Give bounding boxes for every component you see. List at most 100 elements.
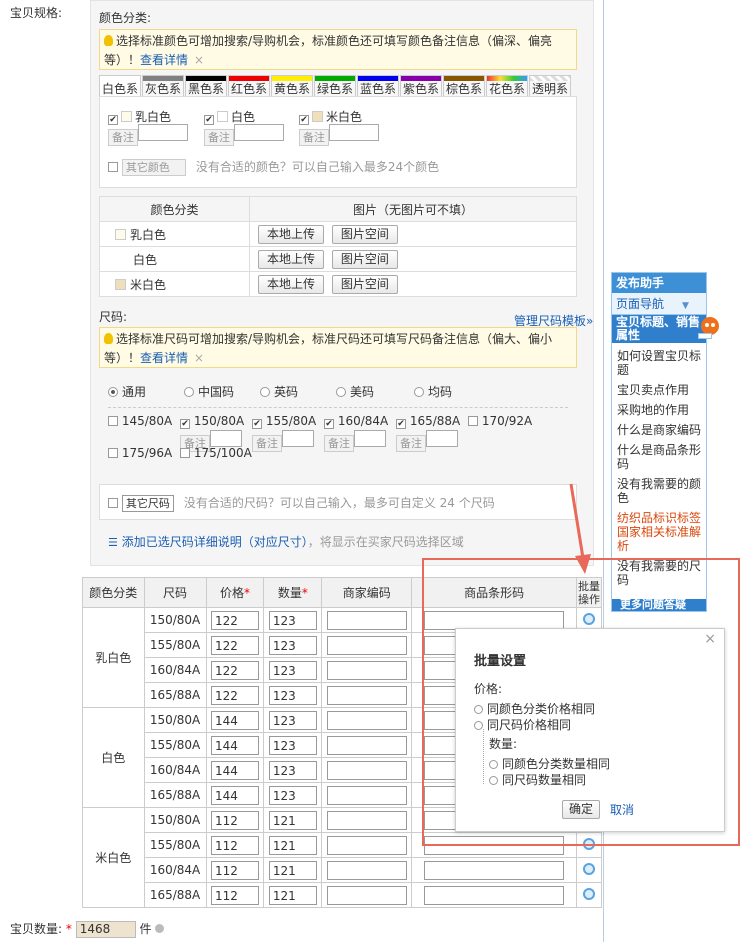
size-option[interactable]: 175/96A bbox=[108, 446, 172, 460]
price-input[interactable]: 112 bbox=[210, 860, 259, 880]
qty-input[interactable]: 123 bbox=[268, 735, 317, 755]
helper-item[interactable]: 什么是商品条形码 bbox=[617, 443, 701, 471]
size-option[interactable]: 175/100A bbox=[180, 446, 252, 460]
merchant-code-input[interactable] bbox=[326, 735, 407, 755]
radio[interactable] bbox=[414, 387, 424, 397]
qty-input[interactable]: 123 bbox=[268, 760, 317, 780]
color-option[interactable]: ✔ 米白色 bbox=[299, 108, 362, 125]
radio[interactable] bbox=[336, 387, 346, 397]
info-icon[interactable] bbox=[155, 924, 165, 933]
note-input[interactable] bbox=[329, 124, 379, 141]
barcode-input[interactable] bbox=[424, 860, 565, 880]
color-option[interactable]: ✔ 乳白色 bbox=[108, 108, 171, 125]
helper-item[interactable]: 什么是商家编码 bbox=[617, 423, 701, 437]
checkbox[interactable] bbox=[468, 416, 478, 426]
price-input[interactable]: 122 bbox=[210, 660, 259, 680]
cancel-link[interactable]: 取消 bbox=[610, 801, 634, 818]
merchant-code-input[interactable] bbox=[326, 710, 407, 730]
qty-input[interactable]: 123 bbox=[268, 685, 317, 705]
price-same-color[interactable]: 同颜色分类价格相同 bbox=[474, 700, 595, 717]
size-option[interactable]: 170/92A bbox=[468, 414, 532, 428]
tab-yellow[interactable]: 黄色系 bbox=[271, 75, 313, 97]
merchant-code-input[interactable] bbox=[326, 835, 407, 855]
merchant-code-input[interactable] bbox=[326, 810, 407, 830]
other-color-input[interactable]: 其它颜色 bbox=[121, 159, 186, 176]
confirm-button[interactable]: 确定 bbox=[562, 800, 601, 819]
helper-item[interactable]: 采购地的作用 bbox=[617, 403, 701, 417]
radio[interactable] bbox=[489, 776, 498, 785]
price-input[interactable]: 144 bbox=[210, 785, 259, 805]
checkbox[interactable]: ✔ bbox=[180, 419, 190, 429]
qty-input[interactable]: 123 bbox=[268, 635, 317, 655]
price-same-size[interactable]: 同尺码价格相同 bbox=[474, 716, 571, 733]
gear-icon[interactable] bbox=[583, 862, 596, 875]
size-type-general[interactable]: 通用 bbox=[108, 383, 146, 400]
helper-item[interactable]: 宝贝卖点作用 bbox=[617, 383, 701, 397]
checkbox[interactable] bbox=[180, 448, 190, 458]
qty-input[interactable]: 121 bbox=[268, 810, 317, 830]
radio[interactable] bbox=[184, 387, 194, 397]
helper-nav[interactable]: 页面导航 ▼ bbox=[612, 293, 706, 315]
image-space-button[interactable]: 图片空间 bbox=[331, 274, 398, 294]
helper-item[interactable]: 如何设置宝贝标题 bbox=[617, 349, 701, 377]
qty-same-size[interactable]: 同尺码数量相同 bbox=[489, 771, 586, 788]
qty-same-color[interactable]: 同颜色分类数量相同 bbox=[489, 755, 610, 772]
image-space-button[interactable]: 图片空间 bbox=[331, 249, 398, 269]
tab-brown[interactable]: 棕色系 bbox=[443, 75, 485, 97]
checkbox[interactable] bbox=[108, 162, 118, 172]
price-input[interactable]: 122 bbox=[210, 635, 259, 655]
merchant-code-input[interactable] bbox=[326, 660, 407, 680]
size-option[interactable]: ✔ 165/88A bbox=[396, 414, 460, 429]
note-input[interactable] bbox=[234, 124, 284, 141]
size-option[interactable]: ✔ 150/80A bbox=[180, 414, 244, 429]
tab-white[interactable]: 白色系 bbox=[99, 75, 141, 97]
size-type-us[interactable]: 美码 bbox=[336, 383, 374, 400]
merchant-code-input[interactable] bbox=[326, 635, 407, 655]
price-input[interactable]: 122 bbox=[210, 610, 259, 630]
radio[interactable] bbox=[474, 705, 483, 714]
tab-gray[interactable]: 灰色系 bbox=[142, 75, 184, 97]
qty-input[interactable]: 123 bbox=[268, 660, 317, 680]
image-space-button[interactable]: 图片空间 bbox=[331, 224, 398, 244]
qty-input[interactable]: 123 bbox=[268, 785, 317, 805]
price-input[interactable]: 144 bbox=[210, 735, 259, 755]
total-qty-input[interactable]: 1468 bbox=[75, 921, 136, 938]
size-type-uk[interactable]: 英码 bbox=[260, 383, 298, 400]
color-option[interactable]: ✔ 白色 bbox=[204, 108, 255, 125]
helper-item[interactable]: 没有我需要的颜色 bbox=[617, 477, 701, 505]
merchant-code-input[interactable] bbox=[326, 785, 407, 805]
tab-blue[interactable]: 蓝色系 bbox=[357, 75, 399, 97]
note-input[interactable] bbox=[354, 430, 386, 447]
helper-item[interactable]: 纺织品标识标签国家相关标准解析 bbox=[617, 511, 701, 553]
tab-black[interactable]: 黑色系 bbox=[185, 75, 227, 97]
upload-button[interactable]: 本地上传 bbox=[258, 224, 325, 244]
checkbox[interactable] bbox=[108, 416, 118, 426]
note-input[interactable] bbox=[210, 430, 242, 447]
checkbox[interactable] bbox=[108, 448, 118, 458]
merchant-code-input[interactable] bbox=[326, 885, 407, 905]
qty-input[interactable]: 121 bbox=[268, 860, 317, 880]
qty-input[interactable]: 121 bbox=[268, 885, 317, 905]
tab-green[interactable]: 绿色系 bbox=[314, 75, 356, 97]
merchant-code-input[interactable] bbox=[326, 860, 407, 880]
barcode-input[interactable] bbox=[424, 885, 565, 905]
size-type-free[interactable]: 均码 bbox=[414, 383, 452, 400]
add-size-detail-link[interactable]: 添加已选尺码详细说明（对应尺寸） bbox=[122, 535, 308, 549]
note-input[interactable] bbox=[282, 430, 314, 447]
other-size-input[interactable]: 其它尺码 bbox=[121, 495, 174, 512]
price-input[interactable]: 112 bbox=[210, 835, 259, 855]
close-icon[interactable]: × bbox=[194, 351, 204, 365]
radio[interactable] bbox=[260, 387, 270, 397]
close-icon[interactable]: × bbox=[704, 631, 716, 647]
radio[interactable] bbox=[474, 721, 483, 730]
note-input[interactable] bbox=[138, 124, 188, 141]
tab-red[interactable]: 红色系 bbox=[228, 75, 270, 97]
color-tip-link[interactable]: 查看详情 bbox=[140, 53, 188, 67]
radio[interactable] bbox=[489, 760, 498, 769]
gear-icon[interactable] bbox=[583, 887, 596, 900]
upload-button[interactable]: 本地上传 bbox=[258, 274, 325, 294]
price-input[interactable]: 122 bbox=[210, 685, 259, 705]
merchant-code-input[interactable] bbox=[326, 610, 407, 630]
merchant-code-input[interactable] bbox=[326, 685, 407, 705]
tab-purple[interactable]: 紫色系 bbox=[400, 75, 442, 97]
